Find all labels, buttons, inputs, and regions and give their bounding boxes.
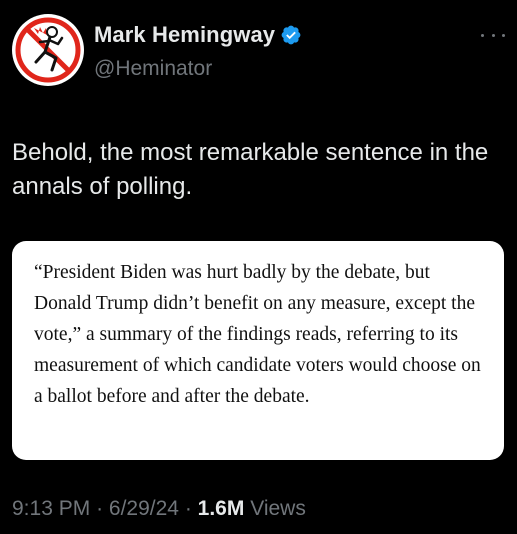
name-row: Mark Hemingway — [94, 22, 302, 48]
more-dot — [491, 33, 495, 37]
quote-image-card[interactable]: “President Biden was hurt badly by the d… — [12, 241, 504, 460]
tweet-meta: 9:13 PM · 6/29/24 · 1.6M Views — [12, 497, 306, 521]
views-count: 1.6M — [197, 497, 245, 520]
tweet-header: Mark Hemingway @Heminator — [12, 14, 505, 86]
avatar[interactable] — [12, 14, 84, 86]
verified-badge-icon[interactable] — [280, 24, 302, 46]
post-date[interactable]: 6/29/24 — [109, 497, 179, 520]
more-dot — [481, 33, 484, 37]
post-time[interactable]: 9:13 PM — [12, 497, 90, 520]
author-handle[interactable]: @Heminator — [94, 57, 212, 81]
meta-separator: · — [96, 497, 104, 520]
quote-text: “President Biden was hurt badly by the d… — [34, 262, 481, 407]
author-display-name[interactable]: Mark Hemingway — [94, 22, 275, 48]
meta-separator: · — [184, 497, 192, 520]
running-man-avatar-icon — [13, 15, 83, 85]
tweet-text: Behold, the most remarkable sentence in … — [12, 139, 489, 200]
more-options-icon[interactable] — [481, 30, 505, 40]
more-dot — [502, 33, 505, 37]
tweet: Mark Hemingway @Heminator Behold, the mo… — [0, 0, 517, 534]
views-label: Views — [250, 497, 306, 520]
